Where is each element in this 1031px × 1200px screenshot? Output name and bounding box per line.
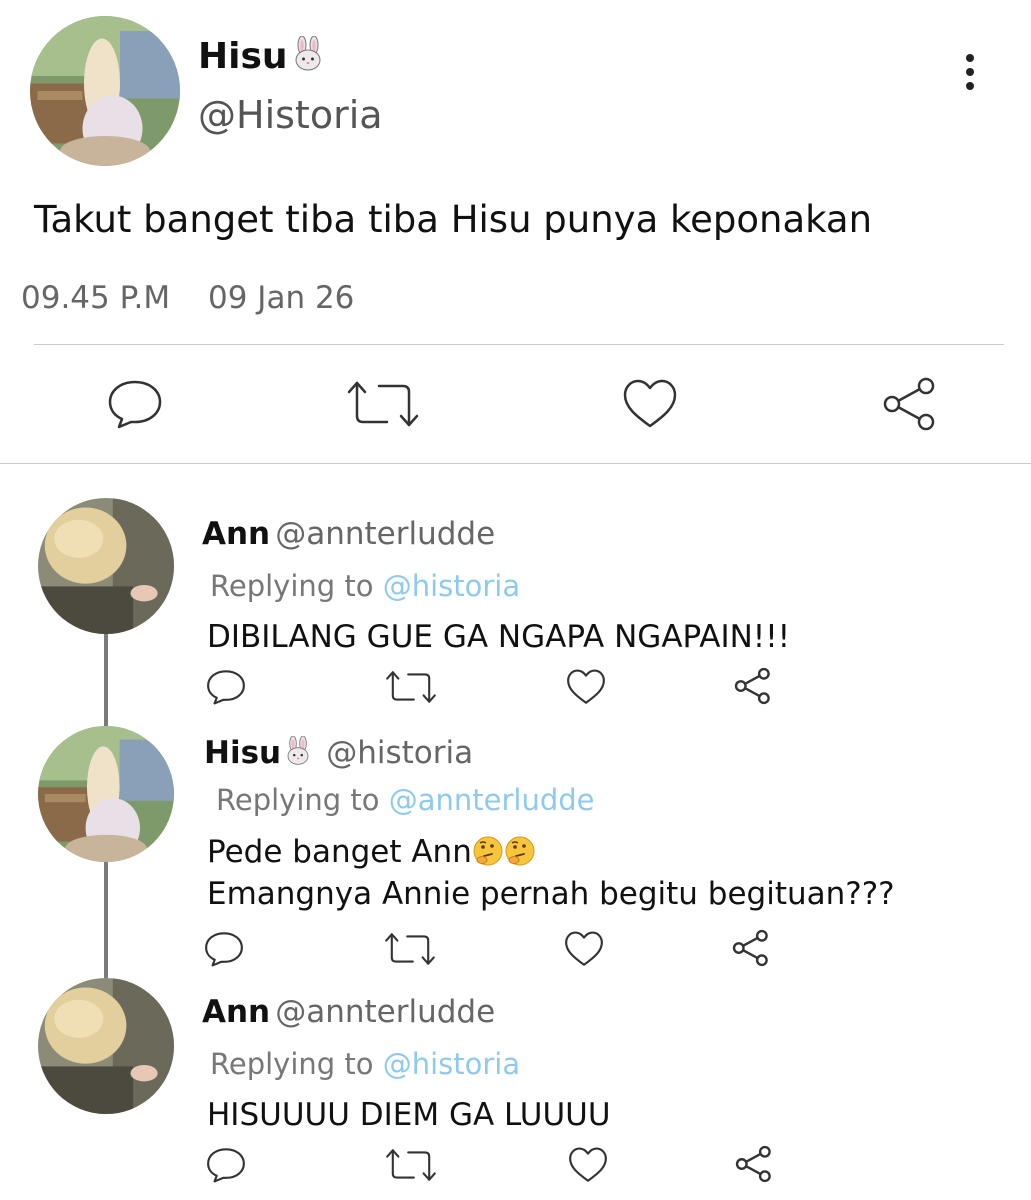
divider — [0, 463, 1031, 464]
reply-icon[interactable] — [206, 668, 246, 706]
mention-link[interactable]: @annterludde — [389, 783, 595, 817]
like-icon[interactable] — [566, 668, 606, 706]
retweet-icon[interactable] — [383, 1146, 439, 1184]
retweet-icon[interactable] — [343, 378, 423, 430]
like-icon[interactable] — [568, 1146, 608, 1184]
mention-link[interactable]: @historia — [383, 1047, 520, 1081]
rabbit-face-emoji — [283, 735, 313, 766]
retweet-icon[interactable] — [382, 930, 438, 968]
reply-icon[interactable] — [204, 930, 244, 968]
replying-to-label: Replying to — [210, 1047, 374, 1081]
tweet-date: 09 Jan 26 — [208, 280, 355, 316]
reply-header: Hisu @historia — [204, 735, 473, 771]
reply-author-handle[interactable]: @annterludde — [275, 516, 495, 552]
avatar-hisu-main[interactable] — [30, 16, 180, 166]
replying-to-label: Replying to — [210, 569, 374, 603]
reply-author-name[interactable]: Ann — [202, 516, 270, 552]
reply-author-handle[interactable]: @annterludde — [275, 994, 495, 1030]
retweet-icon[interactable] — [383, 668, 439, 706]
reply-header: Ann @annterludde — [202, 516, 495, 552]
reply-header: Ann @annterludde — [202, 994, 495, 1030]
share-icon[interactable] — [734, 666, 772, 706]
tweet-text: Takut banget tiba tiba Hisu punya kepona… — [34, 198, 873, 241]
reply-author-name[interactable]: Hisu — [204, 735, 281, 771]
author-handle[interactable]: @Historia — [198, 93, 383, 137]
reply-icon[interactable] — [107, 378, 163, 430]
reply-text: HISUUUU DIEM GA LUUUU — [207, 1097, 611, 1133]
share-icon[interactable] — [882, 376, 938, 432]
reply-author-name[interactable]: Ann — [202, 994, 270, 1030]
mention-link[interactable]: @historia — [383, 569, 520, 603]
reply-text-line2: Emangnya Annie pernah begitu begituan??? — [207, 876, 895, 912]
replying-to-line: Replying to @annterludde — [216, 783, 594, 817]
share-icon[interactable] — [735, 1144, 773, 1184]
replying-to-label: Replying to — [216, 783, 380, 817]
avatar-ann[interactable] — [38, 498, 174, 634]
thread-line — [104, 858, 108, 978]
avatar-hisu[interactable] — [38, 726, 174, 862]
share-icon[interactable] — [732, 928, 770, 968]
thinking-face-emoji — [472, 835, 504, 867]
tweet-time: 09.45 P.M — [21, 280, 171, 316]
author-name[interactable]: Hisu — [198, 35, 326, 77]
replying-to-line: Replying to @historia — [210, 569, 520, 603]
like-icon[interactable] — [564, 930, 604, 968]
avatar-ann[interactable] — [38, 978, 174, 1114]
like-icon[interactable] — [622, 378, 678, 430]
rabbit-face-emoji — [290, 35, 326, 72]
replying-to-line: Replying to @historia — [210, 1047, 520, 1081]
reply-text-line1: Pede banget Ann — [207, 834, 536, 870]
thread-line — [104, 632, 108, 728]
reply-icon[interactable] — [206, 1146, 246, 1184]
divider — [34, 344, 1004, 345]
reply-text: DIBILANG GUE GA NGAPA NGAPAIN!!! — [207, 619, 791, 655]
thinking-face-emoji — [504, 835, 536, 867]
reply-author-handle[interactable]: @historia — [326, 735, 473, 771]
more-options-icon[interactable] — [958, 52, 982, 92]
